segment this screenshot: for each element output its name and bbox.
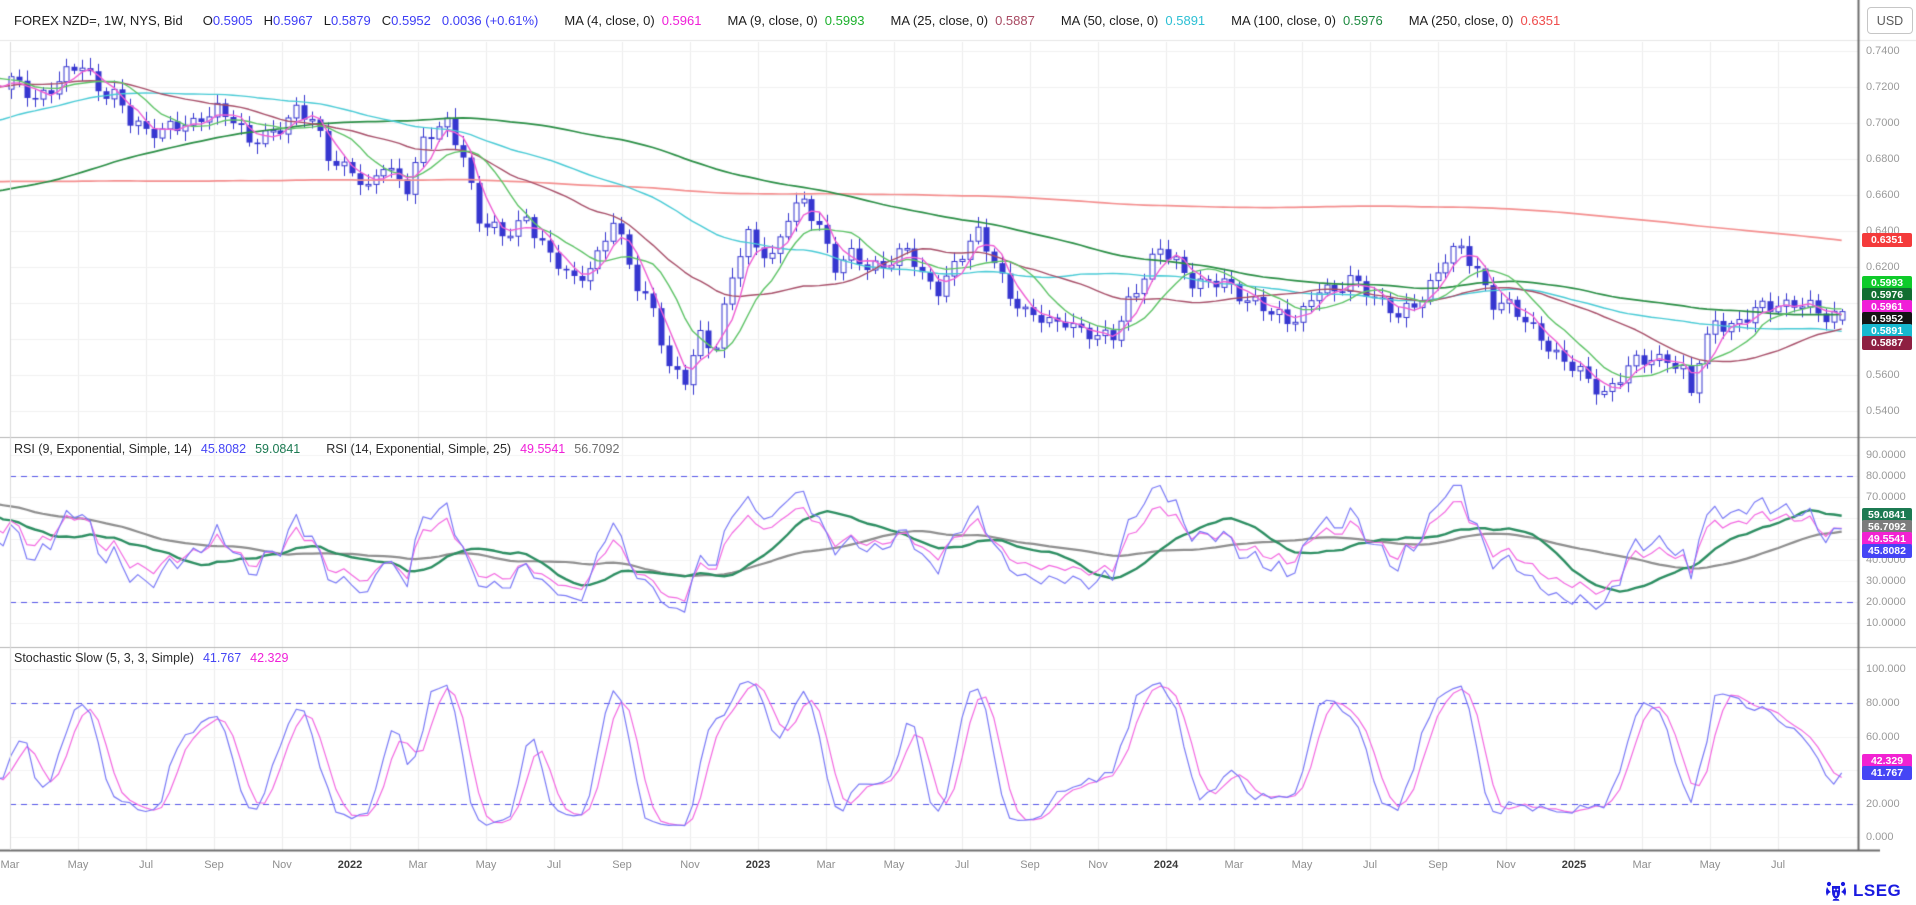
stoch-k-value: 41.767 <box>203 651 241 665</box>
stochastic-legend[interactable]: Stochastic Slow (5, 3, 3, Simple) 41.767… <box>14 651 288 665</box>
ma-legend-item-50[interactable]: MA (50, close, 0) 0.5891 <box>1061 13 1205 28</box>
time-axis-month-label: Nov <box>1496 859 1516 871</box>
lseg-crest-icon <box>1824 880 1848 901</box>
stoch-tick-label: 0.000 <box>1866 831 1894 843</box>
ma-value: 0.5961 <box>662 13 702 28</box>
charting-app: FOREX NZD=, 1W, NYS, Bid O0.5905 H0.5967… <box>0 0 1916 905</box>
stoch-d-value: 42.329 <box>250 651 288 665</box>
price-tick-label: 0.5400 <box>1866 405 1900 417</box>
time-axis-month-label: Jul <box>1771 859 1785 871</box>
time-axis-year-label: 2022 <box>338 859 362 871</box>
time-axis-month-label: Sep <box>1428 859 1448 871</box>
time-axis-month-label: Mar <box>1633 859 1652 871</box>
quote-close: C0.5952 <box>382 13 431 28</box>
rsi-tick-label: 90.0000 <box>1866 449 1906 461</box>
stoch-tick-label: 80.000 <box>1866 697 1900 709</box>
quote-change: 0.0036 (+0.61%) <box>442 13 538 28</box>
rsi1-value: 45.8082 <box>201 442 246 456</box>
ma-label: MA (100, close, 0) <box>1231 13 1336 28</box>
time-axis-month-label: Jul <box>1363 859 1377 871</box>
time-axis-month-label: Nov <box>272 859 292 871</box>
ma-value: 0.6351 <box>1520 13 1560 28</box>
rsi2-signal: 56.7092 <box>574 442 619 456</box>
time-axis-month-label: May <box>68 859 89 871</box>
time-axis-month-label: Nov <box>680 859 700 871</box>
rsi-legend[interactable]: RSI (9, Exponential, Simple, 14) 45.8082… <box>14 442 619 456</box>
time-axis-month-label: Jul <box>139 859 153 871</box>
ma-value: 0.5993 <box>825 13 865 28</box>
rsi1-signal: 59.0841 <box>255 442 300 456</box>
instrument-title[interactable]: FOREX NZD=, 1W, NYS, Bid <box>14 13 183 28</box>
time-axis-month-label: May <box>1292 859 1313 871</box>
ma-label: MA (9, close, 0) <box>727 13 817 28</box>
quote-high: H0.5967 <box>264 13 313 28</box>
price-tick-label: 0.7400 <box>1866 45 1900 57</box>
quote-low: L0.5879 <box>324 13 371 28</box>
ma-legend-item-4[interactable]: MA (4, close, 0) 0.5961 <box>564 13 701 28</box>
time-axis-month-label: Sep <box>204 859 224 871</box>
ma-legend-item-25[interactable]: MA (25, close, 0) 0.5887 <box>891 13 1035 28</box>
axis-value-badge: 0.5887 <box>1862 336 1912 350</box>
rsi1-title: RSI (9, Exponential, Simple, 14) <box>14 442 192 456</box>
time-axis-month-label: Sep <box>1020 859 1040 871</box>
time-axis-year-label: 2023 <box>746 859 770 871</box>
lseg-logo: LSEG <box>1824 880 1901 901</box>
price-tick-label: 0.7000 <box>1866 117 1900 129</box>
price-tick-label: 0.5600 <box>1866 369 1900 381</box>
time-axis-month-label: Jul <box>547 859 561 871</box>
rsi-tick-label: 10.0000 <box>1866 617 1906 629</box>
rsi2-title: RSI (14, Exponential, Simple, 25) <box>326 442 511 456</box>
time-axis-month-label: Mar <box>1225 859 1244 871</box>
rsi2-value: 49.5541 <box>520 442 565 456</box>
ma-value: 0.5891 <box>1165 13 1205 28</box>
axis-value-badge: 45.8082 <box>1862 544 1912 558</box>
stoch-tick-label: 100.000 <box>1866 663 1906 675</box>
lseg-logo-text: LSEG <box>1853 881 1901 901</box>
ma-legend: MA (4, close, 0) 0.5961 MA (9, close, 0) 0.… <box>538 13 1560 28</box>
time-axis-month-label: May <box>884 859 905 871</box>
ma-legend-item-100[interactable]: MA (100, close, 0) 0.5976 <box>1231 13 1383 28</box>
ma-label: MA (250, close, 0) <box>1409 13 1514 28</box>
ma-label: MA (25, close, 0) <box>891 13 989 28</box>
price-tick-label: 0.6600 <box>1866 189 1900 201</box>
rsi-tick-label: 30.0000 <box>1866 575 1906 587</box>
ma-label: MA (4, close, 0) <box>564 13 654 28</box>
axis-value-badge: 41.767 <box>1862 766 1912 780</box>
ma-value: 0.5887 <box>995 13 1035 28</box>
stoch-tick-label: 20.000 <box>1866 798 1900 810</box>
time-axis-month-label: May <box>1700 859 1721 871</box>
time-axis-month-label: May <box>476 859 497 871</box>
chart-legend-bar: FOREX NZD=, 1W, NYS, Bid O0.5905 H0.5967… <box>14 0 1560 40</box>
axis-value-badge: 0.6351 <box>1862 233 1912 247</box>
time-axis-year-label: 2025 <box>1562 859 1586 871</box>
currency-selector-button[interactable]: USD <box>1867 7 1913 34</box>
time-axis-month-label: Sep <box>612 859 632 871</box>
ma-value: 0.5976 <box>1343 13 1383 28</box>
rsi-tick-label: 70.0000 <box>1866 491 1906 503</box>
price-tick-label: 0.6200 <box>1866 261 1900 273</box>
rsi-tick-label: 80.0000 <box>1866 470 1906 482</box>
stoch-title: Stochastic Slow (5, 3, 3, Simple) <box>14 651 194 665</box>
quote-open: O0.5905 <box>203 13 253 28</box>
rsi-tick-label: 20.0000 <box>1866 596 1906 608</box>
ma-label: MA (50, close, 0) <box>1061 13 1159 28</box>
time-axis-month-label: Nov <box>1088 859 1108 871</box>
time-axis-month-label: Jul <box>955 859 969 871</box>
price-tick-label: 0.6800 <box>1866 153 1900 165</box>
ma-legend-item-250[interactable]: MA (250, close, 0) 0.6351 <box>1409 13 1561 28</box>
time-axis-year-label: 2024 <box>1154 859 1178 871</box>
price-tick-label: 0.7200 <box>1866 81 1900 93</box>
time-axis-month-label: Mar <box>1 859 20 871</box>
ma-legend-item-9[interactable]: MA (9, close, 0) 0.5993 <box>727 13 864 28</box>
stoch-tick-label: 60.000 <box>1866 731 1900 743</box>
time-axis-month-label: Mar <box>817 859 836 871</box>
time-axis-month-label: Mar <box>409 859 428 871</box>
